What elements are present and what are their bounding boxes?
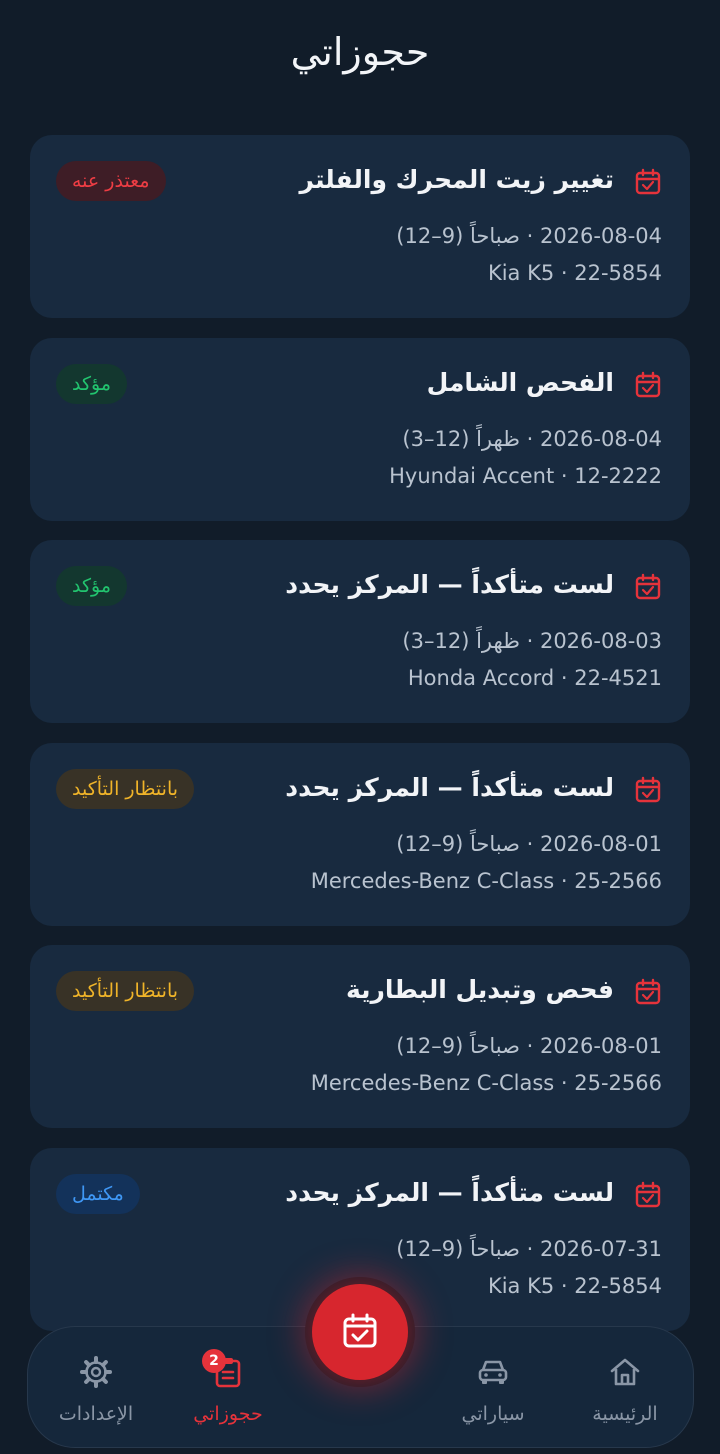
booking-vehicle: Mercedes-Benz C-Class · 25-2566 — [310, 1071, 662, 1095]
nav-cars-label: سياراتي — [461, 1403, 525, 1425]
booking-datetime: 2026-08-03 · ظهراً (12–3) — [402, 629, 662, 653]
booking-title: لست متأكداً — المركز يحدد — [285, 1178, 614, 1207]
booking-datetime: 2026-08-04 · ظهراً (12–3) — [402, 427, 662, 451]
booking-datetime: 2026-08-04 · صباحاً (9–12) — [396, 224, 662, 248]
nav-bookings[interactable]: 2 حجوزاتي — [168, 1327, 288, 1449]
booking-vehicle: Mercedes-Benz C-Class · 25-2566 — [310, 869, 662, 893]
calendar-check-icon — [343, 1313, 377, 1348]
nav-home[interactable]: الرئيسية — [565, 1327, 685, 1449]
nav-settings[interactable]: الإعدادات — [36, 1327, 156, 1449]
calendar-check-icon — [635, 168, 661, 195]
page-title: حجوزاتي — [290, 30, 430, 74]
home-icon — [610, 1358, 640, 1386]
booking-title: الفحص الشامل — [426, 368, 614, 397]
calendar-check-icon — [635, 1181, 661, 1208]
booking-vehicle: Hyundai Accent · 12-2222 — [389, 464, 662, 488]
booking-vehicle: Honda Accord · 22-4521 — [407, 666, 662, 690]
booking-vehicle: Kia K5 · 22-5854 — [487, 261, 662, 285]
nav-settings-label: الإعدادات — [58, 1403, 134, 1425]
gear-icon — [80, 1356, 112, 1388]
nav-home-label: الرئيسية — [592, 1403, 658, 1425]
status-badge: معتذر عنه — [56, 161, 166, 201]
car-icon — [478, 1360, 508, 1384]
calendar-check-icon — [635, 978, 661, 1005]
booking-vehicle: Kia K5 · 22-5854 — [487, 1274, 662, 1298]
status-badge: بانتظار التأكيد — [56, 971, 195, 1011]
booking-datetime: 2026-08-01 · صباحاً (9–12) — [396, 1034, 662, 1058]
nav-bookings-label: حجوزاتي — [193, 1403, 263, 1425]
new-booking-button[interactable] — [312, 1284, 408, 1380]
calendar-check-icon — [635, 371, 661, 398]
booking-card[interactable]: لست متأكداً — المركز يحدد 2026-08-03 · ظ… — [30, 540, 690, 723]
notification-badge: 2 — [202, 1349, 226, 1373]
booking-datetime: 2026-08-01 · صباحاً (9–12) — [396, 832, 662, 856]
status-badge: مكتمل — [56, 1174, 140, 1214]
status-badge: بانتظار التأكيد — [56, 769, 195, 809]
booking-card[interactable]: فحص وتبديل البطارية 2026-08-01 · صباحاً … — [30, 945, 690, 1128]
booking-title: فحص وتبديل البطارية — [345, 975, 614, 1004]
booking-card[interactable]: الفحص الشامل 2026-08-04 · ظهراً (12–3) H… — [30, 338, 690, 521]
calendar-check-icon — [635, 573, 661, 600]
bookings-screen: حجوزاتي تغيير زيت المحرك والفلتر 2026-08… — [0, 0, 720, 1454]
calendar-check-icon — [635, 776, 661, 803]
nav-cars[interactable]: سياراتي — [433, 1327, 553, 1449]
booking-datetime: 2026-07-31 · صباحاً (9–12) — [396, 1237, 662, 1261]
status-badge: مؤكد — [56, 566, 128, 606]
status-badge: مؤكد — [56, 364, 128, 404]
booking-title: لست متأكداً — المركز يحدد — [285, 773, 614, 802]
booking-title: تغيير زيت المحرك والفلتر — [299, 165, 614, 194]
booking-title: لست متأكداً — المركز يحدد — [285, 570, 614, 599]
booking-card[interactable]: تغيير زيت المحرك والفلتر 2026-08-04 · صب… — [30, 135, 690, 318]
booking-card[interactable]: لست متأكداً — المركز يحدد 2026-08-01 · ص… — [30, 743, 690, 926]
